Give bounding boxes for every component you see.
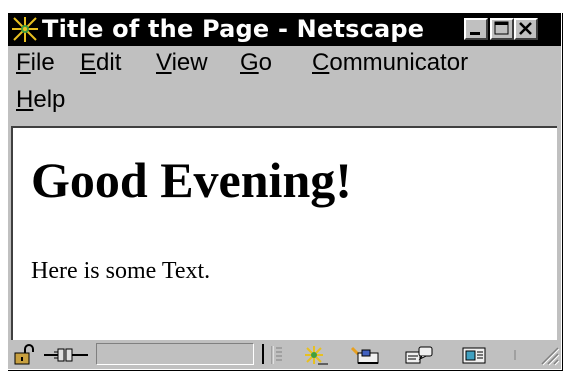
close-icon [519, 22, 532, 35]
resize-grip-icon[interactable] [536, 342, 560, 368]
page-content[interactable]: Good Evening! Here is some Text. [11, 126, 557, 340]
mailbox-icon[interactable] [348, 344, 382, 366]
page-paragraph: Here is some Text. [31, 258, 211, 284]
menu-help[interactable]: Help [16, 86, 65, 114]
menu-view[interactable]: View [156, 49, 208, 77]
maximize-button[interactable] [490, 18, 514, 40]
window-title: Title of the Page - Netscape [42, 15, 425, 43]
toolbar-grip-icon[interactable] [270, 344, 284, 366]
netscape-logo-icon[interactable] [11, 16, 39, 43]
title-bar[interactable]: Title of the Page - Netscape [8, 13, 561, 46]
online-connection-icon[interactable] [42, 344, 92, 366]
status-bar [8, 340, 561, 369]
toolbar-grip-icon [514, 350, 516, 360]
status-message-field [96, 343, 254, 365]
minimize-button[interactable] [464, 18, 488, 40]
security-lock-icon[interactable] [12, 344, 38, 366]
composer-icon[interactable] [460, 344, 490, 366]
maximize-icon [494, 21, 509, 35]
menu-go[interactable]: Go [240, 49, 272, 77]
close-button[interactable] [514, 18, 538, 40]
page-heading: Good Evening! [31, 152, 352, 208]
minimize-icon [470, 32, 480, 35]
menu-file[interactable]: File [16, 49, 55, 77]
menu-bar: File Edit View Go Communicator Help [8, 47, 561, 127]
browser-window: Title of the Page - Netscape File Edit V… [7, 12, 562, 370]
menu-edit[interactable]: Edit [80, 49, 121, 77]
status-divider [262, 344, 264, 364]
component-navigator-icon[interactable] [300, 344, 330, 366]
discussion-icon[interactable] [402, 344, 436, 366]
menu-communicator[interactable]: Communicator [312, 49, 468, 77]
